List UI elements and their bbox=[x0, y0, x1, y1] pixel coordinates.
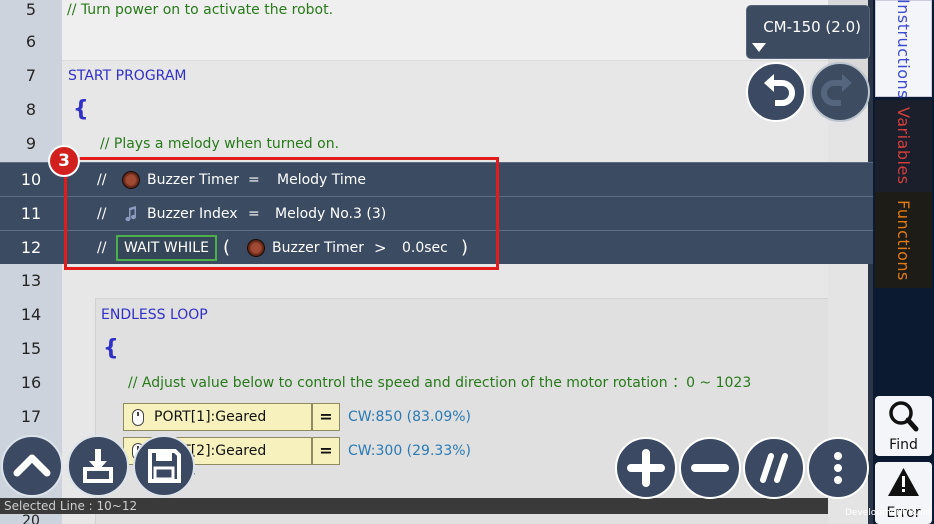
tab-functions[interactable]: Functions bbox=[875, 192, 932, 288]
buzzer-timer-icon bbox=[247, 239, 265, 257]
wait-while-keyword[interactable]: WAIT WHILE bbox=[116, 235, 217, 261]
variable-buzzer-timer[interactable]: Buzzer Timer bbox=[272, 231, 364, 265]
search-icon bbox=[889, 401, 919, 432]
assign-operator[interactable]: = bbox=[312, 403, 340, 431]
tab-instructions[interactable]: Instructions bbox=[875, 0, 932, 99]
status-bar: Selected Line : 10~12 bbox=[0, 498, 828, 514]
line-number: 13 bbox=[20, 271, 42, 290]
compare-operator[interactable]: > bbox=[374, 231, 387, 265]
tab-label: Functions bbox=[894, 199, 913, 281]
code-line[interactable]: 13 bbox=[0, 264, 873, 298]
comment-toggle[interactable]: // bbox=[97, 197, 106, 231]
chevron-up-icon bbox=[13, 454, 51, 477]
comment-text: // Turn power on to activate the robot. bbox=[67, 2, 334, 18]
remove-button[interactable] bbox=[679, 437, 741, 499]
code-line-selected[interactable]: 11 // Buzzer Index = Melody No.3 (3) bbox=[0, 196, 873, 230]
minus-icon bbox=[691, 464, 729, 472]
start-program-keyword: START PROGRAM bbox=[68, 68, 187, 84]
line-number: 5 bbox=[25, 0, 37, 19]
code-line[interactable]: 17 PORT[1]:Geared Motor = CW:850 (83.09%… bbox=[0, 400, 873, 451]
code-line-selected[interactable]: 12 // WAIT WHILE ( Buzzer Timer > 0.0sec… bbox=[0, 230, 873, 264]
code-line[interactable]: 15 { bbox=[0, 332, 873, 366]
code-line[interactable]: 6 bbox=[0, 25, 873, 59]
code-line-selected[interactable]: 10 // Buzzer Timer = Melody Time bbox=[0, 162, 873, 196]
app-window: 5 // Turn power on to activate the robot… bbox=[0, 0, 934, 524]
value-melody-no[interactable]: Melody No.3 (3) bbox=[275, 197, 386, 231]
undo-button[interactable] bbox=[746, 62, 806, 122]
controller-name: CM-150 (2.0) bbox=[763, 18, 861, 36]
tab-label: Variables bbox=[894, 107, 913, 185]
endless-loop-keyword: ENDLESS LOOP bbox=[101, 307, 208, 323]
line-number: 17 bbox=[20, 407, 42, 426]
download-button[interactable] bbox=[67, 435, 129, 497]
code-line[interactable]: 9 // Plays a melody when turned on. bbox=[0, 127, 873, 161]
open-brace: { bbox=[73, 97, 89, 122]
variable-buzzer-index[interactable]: Buzzer Index bbox=[147, 197, 238, 231]
mouse-icon bbox=[132, 409, 144, 426]
plus-icon bbox=[627, 449, 665, 487]
step-marker-badge: 3 bbox=[48, 145, 80, 177]
download-icon bbox=[83, 449, 113, 483]
side-panel: Instructions Variables Functions Find Er… bbox=[873, 0, 934, 524]
comment-toggle[interactable]: // bbox=[97, 231, 106, 265]
line-number: 6 bbox=[25, 32, 37, 51]
comment-text: // Adjust value below to control the spe… bbox=[128, 375, 752, 391]
open-brace: { bbox=[103, 336, 119, 361]
comment-text: // Plays a melody when turned on. bbox=[100, 136, 340, 152]
redo-icon bbox=[821, 74, 852, 106]
code-line[interactable]: 16 // Adjust value below to control the … bbox=[0, 366, 873, 400]
tab-variables[interactable]: Variables bbox=[875, 100, 932, 192]
variable-buzzer-timer[interactable]: Buzzer Timer bbox=[147, 163, 239, 197]
line-number: 7 bbox=[25, 66, 37, 85]
line-number: 16 bbox=[20, 373, 42, 392]
undo-icon bbox=[764, 74, 795, 106]
controller-select[interactable]: CM-150 (2.0) bbox=[746, 5, 870, 59]
more-vertical-icon bbox=[834, 452, 842, 484]
assign-operator[interactable]: = bbox=[248, 163, 260, 197]
comment-toggle[interactable]: // bbox=[97, 163, 106, 197]
motor-value[interactable]: CW:300 (29.33%) bbox=[348, 434, 471, 468]
code-line[interactable]: 18 PORT[2]:Geared Motor = CW:300 (29.33%… bbox=[0, 434, 873, 485]
tab-label: Instructions bbox=[894, 0, 913, 99]
music-note-icon bbox=[122, 205, 140, 223]
assign-operator[interactable]: = bbox=[248, 197, 260, 231]
find-button[interactable]: Find bbox=[875, 396, 932, 456]
scroll-up-button[interactable] bbox=[1, 435, 63, 497]
assign-operator[interactable]: = bbox=[312, 437, 340, 465]
line-number: 8 bbox=[25, 100, 37, 119]
save-disk-icon bbox=[148, 449, 181, 483]
find-label: Find bbox=[889, 437, 918, 453]
open-paren: ( bbox=[223, 237, 231, 258]
code-line[interactable]: 14 ENDLESS LOOP bbox=[0, 298, 873, 332]
line-number: 15 bbox=[20, 339, 42, 358]
port-motor-block[interactable]: PORT[1]:Geared Motor bbox=[123, 403, 312, 451]
value-melody-time[interactable]: Melody Time bbox=[277, 163, 366, 197]
more-button[interactable] bbox=[807, 437, 869, 499]
warning-icon bbox=[888, 468, 919, 496]
line-number: 11 bbox=[20, 204, 42, 223]
add-button[interactable] bbox=[615, 437, 677, 499]
dropdown-triangle-icon bbox=[752, 43, 766, 52]
close-paren: ) bbox=[461, 237, 469, 258]
line-number: 12 bbox=[20, 238, 42, 257]
code-line[interactable]: 8 { bbox=[0, 93, 873, 127]
value-time[interactable]: 0.0sec bbox=[402, 231, 448, 265]
comment-slash-icon bbox=[760, 453, 788, 483]
code-line[interactable]: 7 START PROGRAM bbox=[0, 59, 873, 93]
motor-value[interactable]: CW:850 (83.09%) bbox=[348, 400, 471, 434]
selected-line-status: Selected Line : 10~12 bbox=[4, 499, 138, 513]
buzzer-timer-icon bbox=[122, 171, 140, 189]
code-editor[interactable]: 5 // Turn power on to activate the robot… bbox=[0, 0, 873, 524]
save-button[interactable] bbox=[133, 435, 195, 497]
code-line[interactable]: 5 // Turn power on to activate the robot… bbox=[0, 0, 873, 27]
line-number: 14 bbox=[20, 305, 42, 324]
line-number: 20 bbox=[22, 513, 40, 524]
redo-button[interactable] bbox=[810, 62, 870, 122]
comment-button[interactable] bbox=[743, 437, 805, 499]
build-watermark: Development Build bbox=[844, 508, 931, 518]
